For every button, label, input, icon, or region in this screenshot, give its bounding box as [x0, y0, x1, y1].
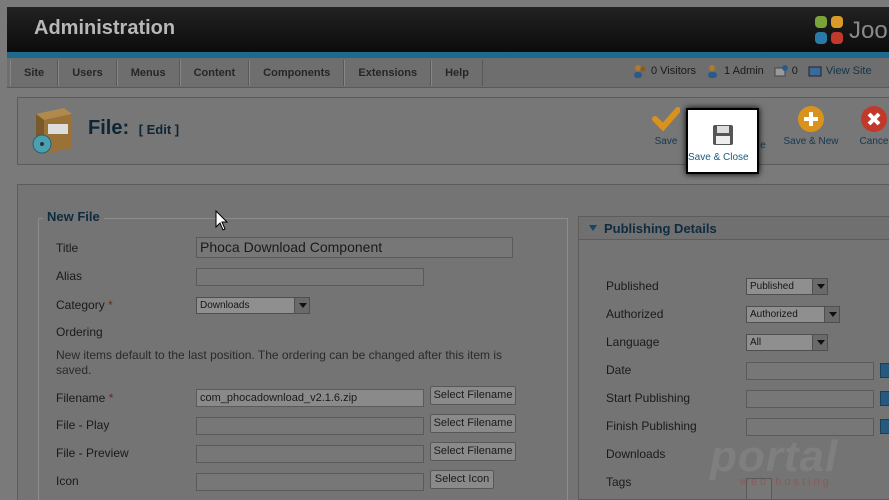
select-filename-preview-button[interactable]: Select Filename [430, 442, 516, 461]
brand-text: Joo [849, 17, 888, 44]
category-label: Category * [56, 298, 113, 312]
title-input[interactable]: Phoca Download Component [196, 237, 513, 258]
tags-label: Tags [606, 475, 632, 489]
calendar-icon[interactable] [880, 363, 889, 378]
mail-icon [774, 64, 788, 78]
downloads-label: Downloads [606, 447, 666, 461]
watermark-subtext: web hosting [740, 476, 832, 488]
visitors-count: 0 Visitors [651, 65, 697, 77]
menu-extensions[interactable]: Extensions [344, 60, 432, 86]
file-box-icon [28, 104, 76, 156]
filename-label-text: Filename [56, 391, 106, 405]
brand-logo[interactable]: Joo [815, 13, 888, 49]
main-menu: Site Users Menus Content Components Exte… [10, 60, 483, 86]
save-close-label: Save & Close [688, 152, 749, 163]
save-label: Save [654, 136, 678, 147]
calendar-icon[interactable] [880, 419, 889, 434]
required-mark: * [108, 391, 114, 405]
plus-circle-icon [798, 106, 824, 132]
screen: Administration Joo Site Users Menus Cont… [0, 0, 889, 500]
alias-label: Alias [56, 269, 83, 283]
start-publishing-label: Start Publishing [606, 391, 691, 405]
menu-content[interactable]: Content [179, 60, 250, 86]
watermark-logo: portal [710, 432, 839, 481]
view-site-icon [808, 64, 822, 78]
start-publishing-input[interactable] [746, 390, 874, 408]
alias-input[interactable] [196, 268, 424, 286]
cancel-button[interactable]: Cance [854, 106, 889, 147]
finish-publishing-label: Finish Publishing [606, 419, 697, 433]
category-select[interactable]: Downloads [196, 297, 310, 314]
admin-count: 1 Admin [724, 65, 764, 77]
collapse-triangle-icon [589, 225, 597, 231]
dropdown-arrow-icon [812, 335, 827, 350]
published-value: Published [750, 281, 794, 292]
ordering-note: New items default to the last position. … [56, 348, 503, 377]
joomla-logo-icon [815, 16, 845, 46]
dropdown-arrow-icon [812, 279, 827, 294]
category-value: Downloads [200, 300, 250, 311]
status-bar: 0 Visitors 1 Admin 0 View Site [633, 64, 882, 78]
file-play-label: File - Play [56, 418, 110, 432]
dropdown-arrow-icon [294, 298, 309, 313]
icon-label: Icon [56, 474, 79, 488]
file-preview-input[interactable] [196, 445, 424, 463]
date-input[interactable] [746, 362, 874, 380]
select-filename-button[interactable]: Select Filename [430, 386, 516, 405]
users-icon [633, 64, 647, 78]
mouse-cursor-icon [215, 209, 229, 237]
language-select[interactable]: All [746, 334, 828, 351]
authorized-value: Authorized [750, 309, 798, 320]
filename-label: Filename * [56, 391, 113, 405]
icon-input[interactable] [196, 473, 424, 491]
messages-count: 0 [791, 65, 798, 77]
admin-header: Administration Joo [7, 7, 889, 52]
published-label: Published [606, 279, 659, 293]
fieldset-legend: New File [43, 209, 104, 224]
authorized-label: Authorized [606, 307, 664, 321]
authorized-select[interactable]: Authorized [746, 306, 840, 323]
view-site-label: View Site [825, 65, 872, 77]
filename-input[interactable]: com_phocadownload_v2.1.6.zip [196, 389, 424, 407]
save-new-button[interactable]: Save & New [776, 106, 846, 147]
header-title: Administration [34, 17, 176, 39]
category-label-text: Category [56, 298, 105, 312]
menu-site[interactable]: Site [10, 60, 59, 86]
view-site-link[interactable]: View Site [808, 64, 872, 78]
calendar-icon[interactable] [880, 391, 889, 406]
save-new-label: Save & New [783, 136, 839, 147]
date-label: Date [606, 363, 632, 377]
file-preview-label: File - Preview [56, 446, 129, 460]
publishing-header[interactable]: Publishing Details [579, 217, 889, 240]
main-menu-bar: Site Users Menus Content Components Exte… [7, 58, 889, 88]
dropdown-arrow-icon [824, 307, 839, 322]
visitors-status: 0 Visitors [633, 64, 696, 78]
published-select[interactable]: Published [746, 278, 828, 295]
menu-users[interactable]: Users [58, 60, 117, 86]
page-subtitle: [ Edit ] [138, 122, 180, 137]
messages-status[interactable]: 0 [774, 64, 798, 78]
ordering-label: Ordering [56, 325, 103, 339]
language-label: Language [606, 335, 660, 349]
menu-help[interactable]: Help [431, 60, 483, 86]
menu-components[interactable]: Components [249, 60, 345, 86]
menu-menus[interactable]: Menus [116, 60, 180, 86]
page-title: File: [ Edit ] [88, 117, 179, 140]
save-button[interactable]: Save [648, 106, 684, 147]
floppy-disk-icon [712, 124, 734, 146]
cancel-label: Cance [859, 136, 889, 147]
publishing-heading: Publishing Details [604, 221, 717, 236]
page-title-text: File: [88, 117, 130, 139]
checkmark-icon [652, 106, 681, 132]
select-icon-button[interactable]: Select Icon [430, 470, 494, 489]
cancel-icon [861, 106, 887, 132]
admin-user-icon [706, 64, 720, 78]
title-label: Title [56, 241, 79, 255]
select-filename-play-button[interactable]: Select Filename [430, 414, 516, 433]
admin-status: 1 Admin [706, 64, 764, 78]
language-value: All [750, 337, 762, 348]
save-close-button[interactable]: Save & Close [686, 108, 759, 174]
required-mark: * [108, 298, 113, 312]
file-play-input[interactable] [196, 417, 424, 435]
